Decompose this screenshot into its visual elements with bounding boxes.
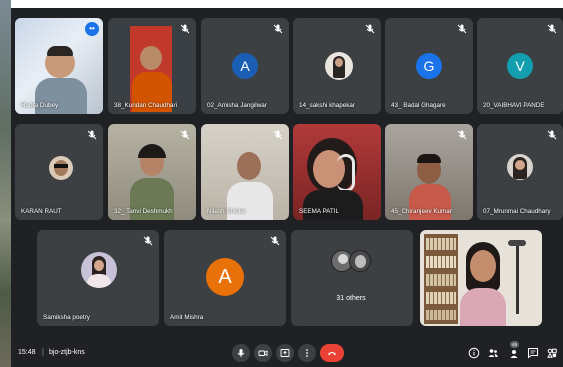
others-tile[interactable]: 31 others	[291, 230, 413, 326]
participant-name: Nilesh Shelke	[207, 208, 246, 215]
participant-tile-badal[interactable]: G 43_ Badal Ghagare	[385, 18, 473, 114]
end-call-icon	[328, 352, 336, 356]
person-head	[470, 250, 496, 282]
participant-tile-kundan[interactable]: 38_Kundan Chaudhari	[108, 18, 196, 114]
participant-name: Amit Mishra	[170, 314, 204, 321]
end-call-button[interactable]	[320, 344, 344, 362]
others-count-label: 31 others	[336, 295, 366, 302]
participant-tile-seema[interactable]: SEEMA PATIL	[293, 124, 381, 220]
people-group-icon	[510, 350, 518, 358]
profile-photo	[507, 154, 533, 180]
bookshelf	[424, 234, 458, 324]
muted-mic-icon	[546, 23, 558, 35]
person-hair	[47, 46, 73, 56]
participant-tile-amit[interactable]: A Amit Mishra	[164, 230, 286, 326]
muted-mic-icon	[86, 129, 98, 141]
hand-raise-button[interactable]	[508, 347, 520, 359]
more-options-button[interactable]	[298, 344, 316, 362]
participant-name: 43_ Badal Ghagare	[391, 102, 446, 109]
participant-name: Samiksha poetry	[43, 314, 90, 321]
camera-icon	[258, 350, 268, 357]
participant-tile-sakshi[interactable]: 14_sakshi khapekar	[293, 18, 381, 114]
avatar: A	[232, 53, 258, 79]
muted-mic-icon	[179, 23, 191, 35]
mic-icon	[237, 349, 245, 357]
activities-button[interactable]	[546, 347, 558, 359]
people-button[interactable]	[487, 347, 499, 359]
participant-name: 45_Chiranjeev Kumar	[391, 208, 452, 215]
muted-mic-icon	[546, 129, 558, 141]
person-body	[303, 190, 363, 220]
meet-window: •• Rudra Dubey 38_Kundan Chaudhari A 02_…	[11, 8, 563, 367]
chat-icon	[528, 348, 538, 359]
others-avatar-2	[349, 250, 371, 272]
participant-name: 02_Amisha Jangilwar	[207, 102, 267, 109]
participant-name: Rudra Dubey	[21, 102, 59, 109]
people-icon	[488, 349, 498, 357]
participant-tile-chiranjeev[interactable]: 45_Chiranjeev Kumar	[385, 124, 473, 220]
headphones	[337, 154, 355, 192]
avatar: A	[206, 258, 244, 296]
tripod-head	[508, 240, 526, 246]
meeting-clock: 15:48	[18, 349, 36, 356]
person-hair	[417, 154, 441, 163]
bottom-control-bar: 15:48 | bjo-ztjb-kns 46	[11, 340, 563, 367]
person-head	[237, 152, 261, 180]
participant-tile-rudra[interactable]: •• Rudra Dubey	[15, 18, 103, 114]
separator: |	[42, 349, 44, 356]
info-button[interactable]	[468, 347, 480, 359]
muted-mic-icon	[272, 23, 284, 35]
participant-name: SEEMA PATIL	[299, 208, 340, 215]
muted-mic-icon	[179, 129, 191, 141]
person-head	[140, 46, 162, 70]
activities-icon	[547, 348, 557, 358]
participant-name: 07_Mrunmai Chaudhary	[483, 208, 551, 215]
participant-tile-bookshelf[interactable]	[420, 230, 542, 326]
mic-button[interactable]	[232, 344, 250, 362]
participant-tile-mrunmai[interactable]: 07_Mrunmai Chaudhary	[477, 124, 563, 220]
profile-photo	[49, 156, 73, 180]
participant-name: 20_VAIBHAVI PANDE	[483, 102, 545, 109]
profile-photo	[325, 52, 353, 80]
participant-tile-vaibhavi[interactable]: V 20_VAIBHAVI PANDE	[477, 18, 563, 114]
participant-tile-karan[interactable]: KARAN RAUT	[15, 124, 103, 220]
muted-mic-icon	[456, 23, 468, 35]
participant-name: 38_Kundan Chaudhari	[114, 102, 178, 109]
meeting-code: bjo-ztjb-kns	[49, 349, 85, 356]
muted-mic-icon	[142, 235, 154, 247]
present-icon	[280, 349, 290, 357]
participant-name: 14_sakshi khapekar	[299, 102, 356, 109]
muted-mic-icon	[272, 129, 284, 141]
profile-photo	[81, 252, 117, 288]
tripod-stand	[516, 244, 519, 314]
participant-tile-nilesh[interactable]: Nilesh Shelke	[201, 124, 289, 220]
chat-button[interactable]	[527, 347, 539, 359]
muted-mic-icon	[364, 23, 376, 35]
muted-mic-icon	[456, 129, 468, 141]
camera-button[interactable]	[254, 344, 272, 362]
left-edge-strip	[0, 0, 11, 367]
muted-mic-icon	[269, 235, 281, 247]
avatar: G	[416, 53, 442, 79]
present-button[interactable]	[276, 344, 294, 362]
participant-name: KARAN RAUT	[21, 208, 62, 215]
person-body	[460, 288, 506, 326]
speaking-indicator-icon: ••	[85, 22, 99, 36]
participant-tile-samiksha[interactable]: Samiksha poetry	[37, 230, 159, 326]
info-icon	[468, 347, 480, 359]
avatar: V	[507, 53, 533, 79]
participant-name: 32_ Tanvi Deshmukh	[114, 208, 173, 215]
participant-tile-tanvi[interactable]: 32_ Tanvi Deshmukh	[108, 124, 196, 220]
participant-tile-amisha[interactable]: A 02_Amisha Jangilwar	[201, 18, 289, 114]
more-options-icon	[306, 349, 308, 357]
